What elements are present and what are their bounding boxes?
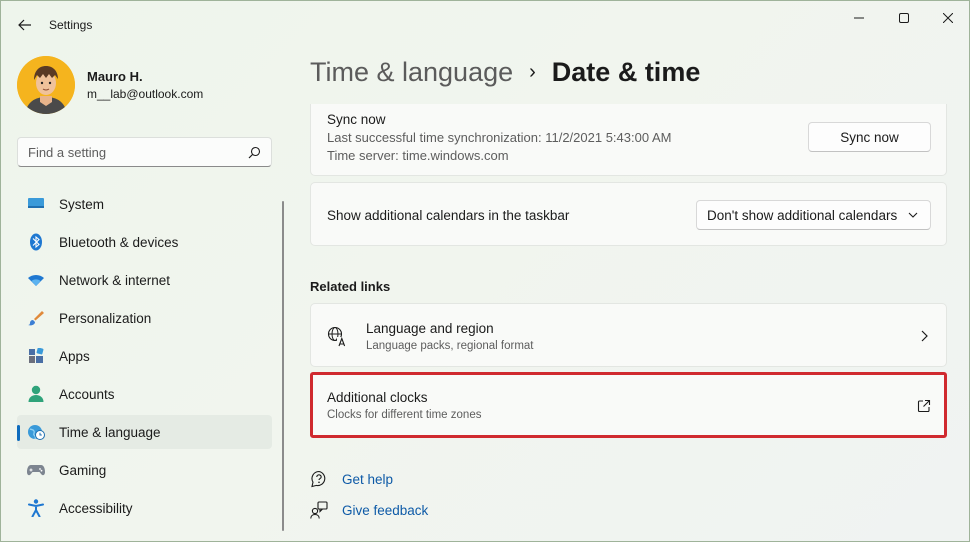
app-title: Settings: [49, 18, 93, 32]
chevron-right-icon: [916, 328, 932, 344]
time-server-text: Time server: time.windows.com: [327, 148, 509, 163]
sidebar-item-accounts[interactable]: Accounts: [17, 377, 272, 411]
sidebar-item-label: Accounts: [59, 386, 115, 402]
settings-window: Settings Mauro H. m__lab@outlook.com Fin…: [0, 0, 970, 542]
person-icon: [27, 385, 45, 403]
title-bar: Settings: [1, 1, 969, 49]
sidebar-item-network[interactable]: Network & internet: [17, 263, 272, 297]
profile-name: Mauro H.: [87, 69, 143, 84]
get-help-label: Get help: [342, 471, 394, 487]
page-title: Date & time: [551, 57, 701, 87]
link-title: Language and region: [366, 321, 494, 336]
get-help-link[interactable]: Get help: [310, 470, 393, 488]
breadcrumb-separator: ›: [529, 61, 536, 83]
back-button[interactable]: [13, 13, 37, 37]
external-link-icon: [916, 398, 932, 414]
gamepad-icon: [27, 461, 45, 479]
last-sync-text: Last successful time synchronization: 11…: [327, 130, 672, 145]
breadcrumb-parent[interactable]: Time & language: [310, 57, 513, 88]
sidebar-item-apps[interactable]: Apps: [17, 339, 272, 373]
apps-icon: [27, 347, 45, 365]
calendars-label: Show additional calendars in the taskbar: [327, 208, 570, 223]
help-chat-icon: [311, 470, 326, 488]
minimize-button[interactable]: [839, 7, 879, 29]
sidebar-item-label: Time & language: [59, 424, 161, 440]
sidebar-nav: System Bluetooth & devices Network & int…: [17, 187, 272, 529]
sidebar-item-time-language[interactable]: Time & language: [17, 415, 272, 449]
avatar: [17, 56, 75, 114]
language-icon: [327, 326, 348, 347]
profile-email: m__lab@outlook.com: [87, 87, 204, 101]
sidebar-item-accessibility[interactable]: Accessibility: [17, 491, 272, 525]
minimize-icon: [854, 17, 864, 19]
sidebar-item-label: System: [59, 196, 105, 212]
bluetooth-icon: [27, 233, 45, 251]
search-box[interactable]: [17, 137, 272, 167]
additional-clocks-link[interactable]: Additional clocks Clocks for different t…: [310, 372, 947, 438]
calendars-dropdown[interactable]: Don't show additional calendars: [696, 200, 931, 230]
link-subtitle: Language packs, regional format: [366, 340, 534, 352]
search-input[interactable]: [28, 144, 248, 160]
back-arrow-icon: [18, 19, 31, 31]
globe-clock-icon: [27, 423, 45, 441]
sidebar-item-label: Gaming: [59, 462, 107, 478]
sidebar-item-bluetooth[interactable]: Bluetooth & devices: [17, 225, 272, 259]
link-title: Additional clocks: [327, 390, 428, 405]
maximize-icon: [899, 13, 909, 23]
sidebar-item-personalization[interactable]: Personalization: [17, 301, 272, 335]
sidebar-item-label: Bluetooth & devices: [59, 234, 179, 250]
brush-icon: [27, 309, 45, 327]
close-button[interactable]: [928, 7, 968, 29]
sidebar-item-label: Network & internet: [59, 272, 171, 288]
user-profile[interactable]: Mauro H. m__lab@outlook.com: [17, 56, 203, 114]
feedback-icon: [310, 501, 328, 519]
give-feedback-link[interactable]: Give feedback: [310, 501, 428, 519]
sidebar-item-gaming[interactable]: Gaming: [17, 453, 272, 487]
sidebar-item-label: Accessibility: [59, 500, 133, 516]
sidebar-item-system[interactable]: System: [17, 187, 272, 221]
sync-title: Sync now: [327, 112, 386, 127]
dropdown-value: Don't show additional calendars: [707, 207, 898, 223]
search-icon: [248, 146, 261, 158]
additional-calendars-card: Show additional calendars in the taskbar…: [310, 182, 947, 246]
accessibility-icon: [27, 499, 45, 517]
breadcrumb: Time & language › Date & time: [310, 57, 700, 88]
language-region-link[interactable]: Language and region Language packs, regi…: [310, 303, 947, 367]
close-icon: [943, 13, 953, 23]
related-links-heading: Related links: [310, 279, 391, 294]
sidebar-scrollbar[interactable]: [282, 201, 284, 531]
sync-card: Sync now Last successful time synchroniz…: [310, 104, 947, 176]
sidebar-item-label: Personalization: [59, 310, 152, 326]
wifi-icon: [27, 271, 45, 289]
link-subtitle: Clocks for different time zones: [327, 409, 482, 421]
give-feedback-label: Give feedback: [342, 502, 429, 518]
sidebar-item-label: Apps: [59, 348, 90, 364]
chevron-down-icon: [908, 212, 918, 218]
monitor-icon: [27, 195, 45, 213]
maximize-button[interactable]: [884, 7, 924, 29]
sync-now-button[interactable]: Sync now: [808, 122, 931, 152]
